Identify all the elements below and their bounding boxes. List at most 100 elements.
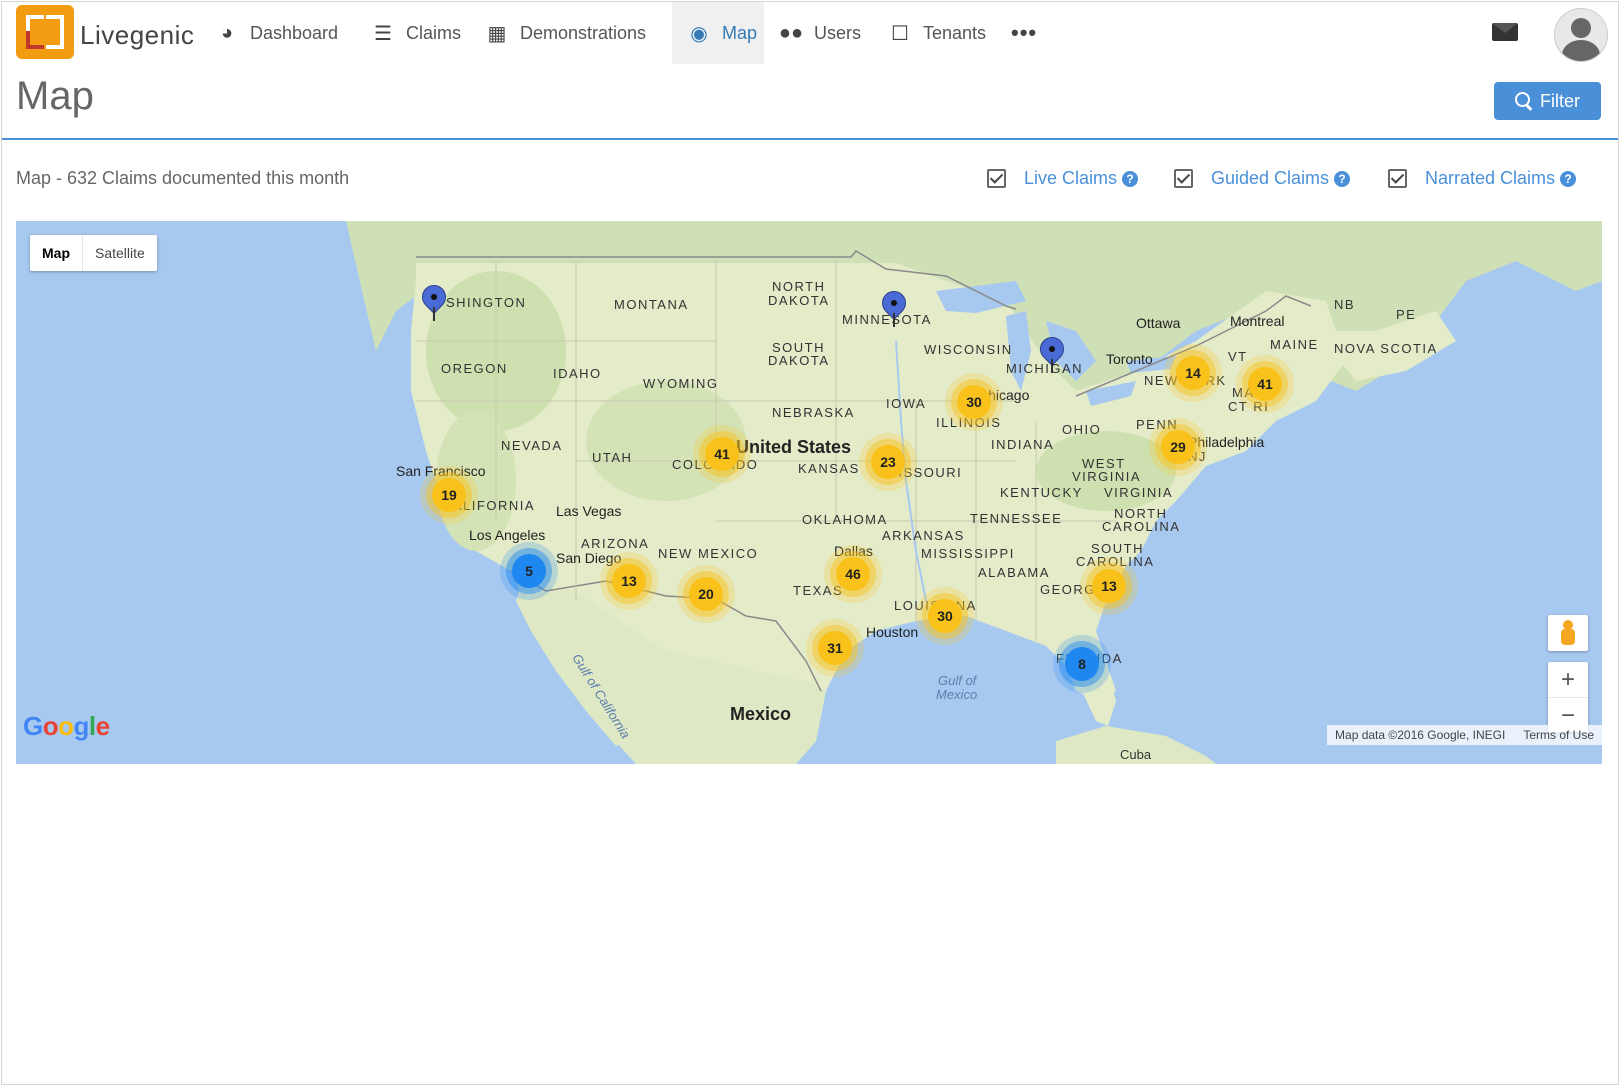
zoom-control: + − bbox=[1548, 662, 1588, 732]
claim-cluster[interactable]: 5 bbox=[512, 554, 546, 588]
city-label: Philadelphia bbox=[1188, 434, 1265, 450]
city-label: Toronto bbox=[1106, 351, 1153, 367]
map-data-credit: Map data ©2016 Google, INEGI bbox=[1335, 728, 1506, 742]
water-label: Gulf of bbox=[938, 673, 977, 688]
envelope-icon[interactable] bbox=[1492, 23, 1518, 41]
checkbox-checked-icon[interactable] bbox=[1388, 169, 1407, 188]
state-label: TENNESSEE bbox=[970, 511, 1063, 526]
city-label: San Francisco bbox=[396, 463, 486, 479]
water-label: Mexico bbox=[936, 687, 978, 702]
claim-cluster[interactable]: 29 bbox=[1161, 430, 1195, 464]
nav-map[interactable]: ◉ Map bbox=[672, 2, 764, 64]
more-menu-icon[interactable]: ••• bbox=[1011, 20, 1037, 46]
state-label: OHIO bbox=[1062, 422, 1102, 437]
nav-demonstrations[interactable]: ▦ Demonstrations bbox=[484, 2, 647, 64]
guided-claims-toggle[interactable]: Guided Claims ? bbox=[1174, 168, 1351, 189]
checkbox-checked-icon[interactable] bbox=[1174, 169, 1193, 188]
claim-cluster[interactable]: 46 bbox=[836, 557, 870, 591]
filter-button-label: Filter bbox=[1540, 90, 1580, 111]
location-pin-icon[interactable] bbox=[417, 280, 451, 323]
nav-tenants[interactable]: ☐ Tenants bbox=[887, 2, 986, 64]
claims-icon: ☰ bbox=[374, 22, 392, 45]
terms-of-use-link[interactable]: Terms of Use bbox=[1523, 728, 1594, 742]
location-pin-icon[interactable] bbox=[1035, 332, 1069, 375]
state-label: NORTH bbox=[772, 279, 826, 294]
nav-dashboard[interactable]: ◕ Dashboard bbox=[214, 2, 338, 64]
globe-icon: ◉ bbox=[690, 22, 708, 45]
claims-map[interactable]: Map Satellite SHINGTON MONTANA NORTH DAK… bbox=[16, 221, 1602, 764]
avatar[interactable] bbox=[1554, 8, 1608, 62]
claim-cluster[interactable]: 13 bbox=[612, 564, 646, 598]
state-label: TEXAS bbox=[793, 583, 844, 598]
state-label: VIRGINIA bbox=[1104, 485, 1174, 500]
live-claims-label[interactable]: Live Claims bbox=[1024, 168, 1117, 189]
claim-cluster[interactable]: 23 bbox=[871, 445, 905, 479]
state-label: VT bbox=[1228, 349, 1248, 364]
live-claims-toggle[interactable]: Live Claims ? bbox=[987, 168, 1139, 189]
state-label: IOWA bbox=[886, 396, 927, 411]
state-label: KENTUCKY bbox=[1000, 485, 1083, 500]
state-label: VIRGINIA bbox=[1072, 469, 1142, 484]
street-view-pegman-icon[interactable] bbox=[1548, 615, 1588, 651]
narrated-claims-toggle[interactable]: Narrated Claims ? bbox=[1388, 168, 1577, 189]
state-label: SHINGTON bbox=[446, 295, 527, 310]
claim-cluster[interactable]: 30 bbox=[957, 385, 991, 419]
claim-cluster[interactable]: 19 bbox=[432, 478, 466, 512]
square-icon: ☐ bbox=[891, 22, 909, 45]
nav-users[interactable]: ●● Users bbox=[778, 2, 861, 64]
state-label: CAROLINA bbox=[1076, 554, 1155, 569]
claim-cluster[interactable]: 13 bbox=[1092, 569, 1126, 603]
country-label: United States bbox=[736, 437, 852, 457]
state-label: WYOMING bbox=[643, 376, 719, 391]
state-label: CT RI bbox=[1228, 399, 1270, 414]
help-icon[interactable]: ? bbox=[1122, 170, 1139, 187]
claim-cluster[interactable]: 41 bbox=[705, 437, 739, 471]
narrated-claims-label[interactable]: Narrated Claims bbox=[1425, 168, 1555, 189]
livegenic-logo[interactable] bbox=[16, 5, 74, 59]
claim-cluster[interactable]: 8 bbox=[1065, 647, 1099, 681]
help-icon[interactable]: ? bbox=[1334, 170, 1351, 187]
nav-claims[interactable]: ☰ Claims bbox=[370, 2, 461, 64]
city-label: Ottawa bbox=[1136, 315, 1181, 331]
state-label: WISCONSIN bbox=[924, 342, 1013, 357]
nav-claims-label: Claims bbox=[406, 22, 462, 43]
location-pin-icon[interactable] bbox=[877, 286, 911, 329]
google-logo[interactable]: Google bbox=[23, 711, 110, 742]
state-label: NOVA SCOTIA bbox=[1334, 341, 1438, 356]
state-label: MONTANA bbox=[614, 297, 689, 312]
state-label: NB bbox=[1334, 297, 1356, 312]
nav-map-label: Map bbox=[722, 22, 758, 43]
claim-cluster[interactable]: 14 bbox=[1176, 356, 1210, 390]
state-label: MAINE bbox=[1270, 337, 1319, 352]
help-icon[interactable]: ? bbox=[1560, 170, 1577, 187]
users-icon: ●● bbox=[778, 21, 804, 44]
header-divider bbox=[2, 138, 1618, 140]
city-label: Montreal bbox=[1230, 313, 1285, 329]
nav-tenants-label: Tenants bbox=[923, 22, 987, 43]
filter-button[interactable]: Filter bbox=[1494, 82, 1601, 120]
claim-cluster[interactable]: 20 bbox=[689, 577, 723, 611]
state-label: DAKOTA bbox=[768, 353, 830, 368]
state-label: PE bbox=[1396, 307, 1417, 322]
brand-name[interactable]: Livegenic bbox=[80, 20, 194, 51]
map-type-control: Map Satellite bbox=[30, 235, 157, 271]
state-label: OKLAHOMA bbox=[802, 512, 888, 527]
water-label: Cuba bbox=[1120, 747, 1152, 762]
film-icon: ▦ bbox=[487, 22, 507, 45]
search-icon bbox=[1515, 91, 1530, 107]
city-label: San Diego bbox=[556, 550, 622, 566]
guided-claims-label[interactable]: Guided Claims bbox=[1211, 168, 1329, 189]
claim-cluster[interactable]: 41 bbox=[1248, 367, 1282, 401]
checkbox-checked-icon[interactable] bbox=[987, 169, 1006, 188]
map-type-map[interactable]: Map bbox=[30, 235, 83, 271]
claims-summary: Map - 632 Claims documented this month bbox=[16, 168, 350, 188]
state-label: DAKOTA bbox=[768, 293, 830, 308]
nav-dashboard-label: Dashboard bbox=[250, 22, 339, 43]
state-label: IDAHO bbox=[553, 366, 602, 381]
state-label: KANSAS bbox=[798, 461, 860, 476]
state-label: ARKANSAS bbox=[882, 528, 965, 543]
claim-cluster[interactable]: 31 bbox=[818, 631, 852, 665]
zoom-in-button[interactable]: + bbox=[1548, 662, 1588, 698]
map-type-satellite[interactable]: Satellite bbox=[83, 235, 157, 271]
claim-cluster[interactable]: 30 bbox=[928, 599, 962, 633]
